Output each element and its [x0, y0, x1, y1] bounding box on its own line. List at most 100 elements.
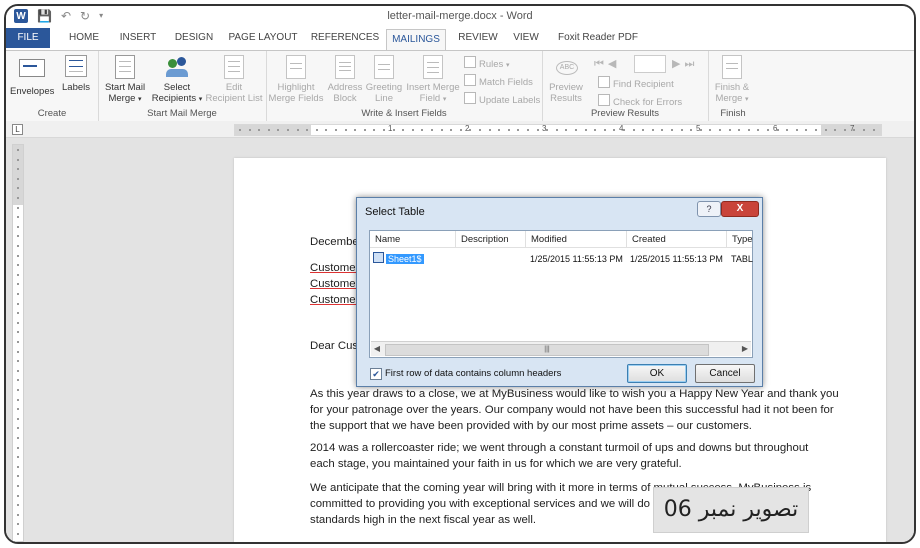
ruler-tick — [17, 245, 19, 247]
column-header-type[interactable]: Type — [727, 231, 753, 248]
column-header-name[interactable]: Name — [370, 231, 456, 248]
edit-recipient-list-button[interactable]: Edit Recipient List — [204, 55, 264, 104]
scroll-left-icon[interactable]: ◀ — [371, 343, 383, 355]
group-start-mail-merge: Start Mail Merge ▾ Select Recipients ▾ E… — [98, 51, 267, 121]
tab-design[interactable]: DESIGN — [172, 28, 216, 48]
chevron-down-icon: ▾ — [138, 96, 142, 103]
address-block-icon — [335, 55, 355, 79]
first-record-icon[interactable]: ⏮ — [594, 58, 608, 70]
insert-merge-field-button[interactable]: Insert Merge Field ▾ — [404, 55, 462, 105]
ruler-tick — [17, 513, 19, 516]
ruler-tick — [651, 129, 654, 131]
tab-mailings[interactable]: MAILINGS — [386, 29, 446, 52]
ruler-tick — [805, 129, 808, 131]
ruler-tick — [373, 129, 376, 131]
tab-review[interactable]: REVIEW — [456, 28, 500, 48]
paragraph-line: each stage, you maintained your faith in… — [310, 458, 682, 470]
ruler-tick — [258, 129, 261, 131]
ruler-tick — [17, 187, 19, 190]
ruler-tick — [747, 129, 750, 131]
last-record-icon[interactable]: ⏭ — [684, 58, 698, 70]
horizontal-scrollbar[interactable]: ◀ ||| ▶ — [371, 341, 751, 356]
check-for-errors-button[interactable]: Check for Errors — [598, 94, 682, 108]
highlight-merge-fields-button[interactable]: Highlight Merge Fields — [268, 55, 324, 104]
record-number-input[interactable] — [634, 55, 666, 73]
chevron-down-icon: ▾ — [505, 62, 510, 69]
previous-record-icon[interactable]: ◀ — [608, 58, 620, 70]
help-button[interactable]: ? — [697, 201, 721, 217]
ruler-tick — [575, 129, 577, 131]
ruler-tick — [17, 235, 19, 238]
address-block-button[interactable]: Address Block — [326, 55, 364, 104]
checkbox[interactable]: ✔ — [370, 368, 382, 380]
next-record-icon[interactable]: ▶ — [672, 58, 684, 70]
tab-insert[interactable]: INSERT — [116, 28, 160, 48]
tab-references[interactable]: REFERENCES — [310, 28, 380, 48]
dialog-title: Select Table — [365, 206, 425, 218]
ruler-tick — [767, 129, 769, 131]
scroll-thumb[interactable]: ||| — [385, 344, 709, 356]
update-labels-button[interactable]: Update Labels — [464, 92, 540, 106]
find-recipient-button[interactable]: Find Recipient — [598, 76, 674, 90]
column-header-created[interactable]: Created — [627, 231, 727, 248]
ruler-row: L 1 2 3 4 5 6 7 — [6, 121, 914, 138]
tab-foxit-reader-pdf[interactable]: Foxit Reader PDF — [556, 28, 640, 48]
ruler-tick — [17, 158, 19, 161]
scroll-right-icon[interactable]: ▶ — [739, 343, 751, 355]
ruler-tick — [450, 129, 453, 131]
ok-button[interactable]: OK — [627, 364, 687, 383]
labels-icon — [65, 55, 87, 77]
record-nav-next[interactable]: ▶⏭ — [672, 57, 698, 71]
ruler-tick — [17, 283, 19, 286]
cancel-button[interactable]: Cancel — [695, 364, 755, 383]
ruler-tick — [863, 129, 865, 131]
column-header-modified[interactable]: Modified — [526, 231, 627, 248]
tab-selector[interactable]: L — [12, 124, 23, 135]
ruler-tick — [795, 129, 798, 131]
group-finish-label: Finish — [720, 108, 746, 119]
column-header-description[interactable]: Description — [456, 231, 526, 248]
ruler-tick — [17, 225, 19, 228]
match-fields-icon — [464, 74, 476, 86]
ruler-tick — [17, 206, 19, 209]
vertical-ruler[interactable] — [12, 144, 24, 542]
table-list[interactable]: Name Description Modified Created Type S… — [369, 230, 753, 358]
start-mail-merge-icon — [115, 55, 135, 79]
ruler-tick — [824, 129, 827, 131]
horizontal-ruler[interactable]: 1 2 3 4 5 6 7 — [234, 124, 882, 136]
ruler-tick — [239, 129, 241, 131]
ruler-tick — [815, 129, 817, 131]
labels-button[interactable]: Labels — [58, 55, 94, 93]
tab-page-layout[interactable]: PAGE LAYOUT — [228, 28, 298, 48]
tab-view[interactable]: VIEW — [508, 28, 544, 48]
preview-icon: ABC — [553, 55, 579, 79]
tab-file[interactable]: FILE — [6, 28, 50, 48]
customer-field: Customer — [310, 278, 360, 290]
tab-home[interactable]: HOME — [64, 28, 104, 48]
select-recipients-button[interactable]: Select Recipients ▾ — [150, 55, 204, 105]
record-nav-prev[interactable]: ⏮◀ — [594, 57, 620, 71]
start-mail-merge-button[interactable]: Start Mail Merge ▾ — [102, 55, 148, 105]
match-fields-button[interactable]: Match Fields — [464, 74, 533, 88]
rules-button[interactable]: Rules ▾ — [464, 56, 509, 70]
ruler-tick — [17, 216, 19, 219]
ruler-tick — [17, 398, 19, 401]
envelopes-button[interactable]: Envelopes — [10, 55, 54, 97]
ruler-tick — [17, 465, 19, 468]
ruler-tick — [690, 129, 693, 131]
greeting-line-button[interactable]: Greeting Line — [364, 55, 404, 104]
ruler-tick — [17, 331, 19, 334]
finish-merge-button[interactable]: Finish & Merge ▾ — [710, 55, 754, 105]
first-row-headers-option[interactable]: ✔ First row of data contains column heade… — [370, 368, 561, 380]
ruler-tick — [555, 129, 558, 131]
ruler-tick — [469, 129, 472, 131]
ruler-tick — [335, 129, 337, 131]
preview-results-button[interactable]: ABC Preview Results — [546, 55, 586, 104]
ruler-tick — [17, 149, 19, 151]
highlight-icon — [286, 55, 306, 79]
table-row[interactable]: Sheet1$ — [373, 252, 443, 266]
title-bar: W 💾 ↶ ↻ ▾ letter-mail-merge.docx - Word — [6, 6, 914, 28]
ruler-tick — [306, 129, 309, 131]
ruler-tick — [459, 129, 462, 131]
close-button[interactable]: X — [721, 201, 759, 217]
